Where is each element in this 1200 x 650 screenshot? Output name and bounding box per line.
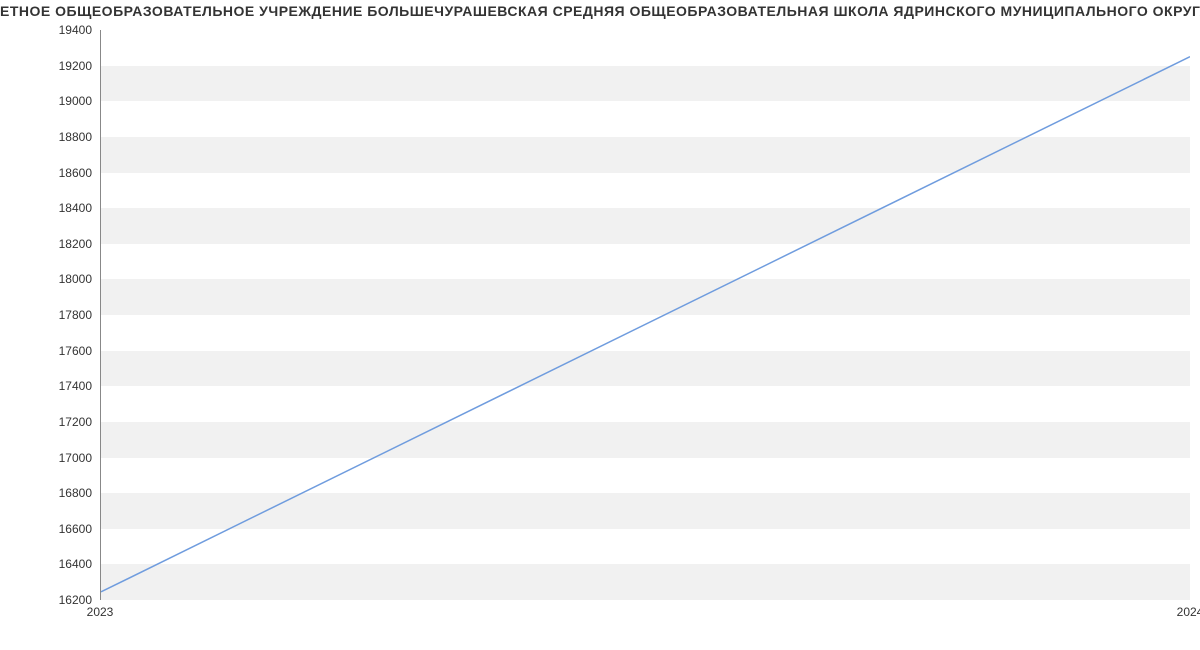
y-tick-label: 18600	[32, 166, 92, 180]
y-tick-label: 17400	[32, 379, 92, 393]
grid-band	[101, 564, 1190, 600]
y-tick-label: 16800	[32, 486, 92, 500]
y-tick-label: 17800	[32, 308, 92, 322]
grid-band	[101, 422, 1190, 458]
grid-band	[101, 279, 1190, 315]
y-tick-label: 16400	[32, 557, 92, 571]
y-tick-label: 18800	[32, 130, 92, 144]
y-tick-label: 19400	[32, 23, 92, 37]
x-tick-label: 2024	[1177, 605, 1200, 619]
grid-band	[101, 66, 1190, 102]
y-tick-label: 16600	[32, 522, 92, 536]
y-tick-label: 19000	[32, 94, 92, 108]
y-tick-label: 18000	[32, 272, 92, 286]
grid-band	[101, 351, 1190, 387]
y-tick-label: 16200	[32, 593, 92, 607]
x-tick-label: 2023	[87, 605, 114, 619]
grid-band	[101, 493, 1190, 529]
y-tick-label: 18400	[32, 201, 92, 215]
y-tick-label: 17000	[32, 451, 92, 465]
plot-area	[100, 30, 1190, 600]
grid-band	[101, 137, 1190, 173]
y-tick-label: 17600	[32, 344, 92, 358]
y-tick-label: 18200	[32, 237, 92, 251]
chart-title: ЕТНОЕ ОБЩЕОБРАЗОВАТЕЛЬНОЕ УЧРЕЖДЕНИЕ БОЛ…	[0, 3, 1200, 19]
y-tick-label: 17200	[32, 415, 92, 429]
grid-band	[101, 208, 1190, 244]
chart-container: ЕТНОЕ ОБЩЕОБРАЗОВАТЕЛЬНОЕ УЧРЕЖДЕНИЕ БОЛ…	[0, 0, 1200, 650]
y-tick-label: 19200	[32, 59, 92, 73]
